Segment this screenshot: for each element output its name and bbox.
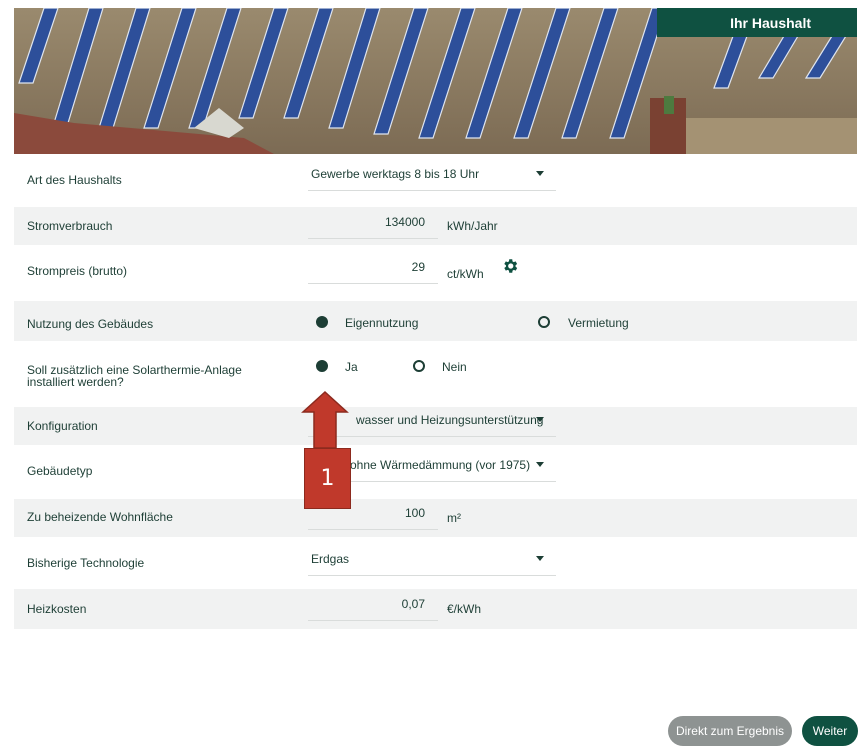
living-area-unit: m² xyxy=(447,511,461,525)
household-type-label: Art des Haushalts xyxy=(27,173,122,187)
consumption-label: Stromverbrauch xyxy=(27,219,113,233)
heating-costs-unit: €/kWh xyxy=(447,602,482,616)
solarthermie-radio-nein[interactable] xyxy=(413,360,425,372)
price-value: 29 xyxy=(411,260,425,274)
price-input[interactable]: 29 xyxy=(308,260,438,284)
row-usage: Nutzung des Gebäudes Eigennutzung Vermie… xyxy=(14,301,857,341)
usage-option-eigennutzung: Eigennutzung xyxy=(345,316,419,330)
solarthermie-option-nein: Nein xyxy=(442,360,467,374)
row-heating-costs: Heizkosten 0,07 €/kWh xyxy=(14,589,857,629)
technology-value: Erdgas xyxy=(311,552,350,566)
row-living-area: Zu beheizende Wohnfläche 100 m² xyxy=(14,499,857,537)
chevron-down-icon xyxy=(536,171,544,176)
living-area-value: 100 xyxy=(404,506,425,520)
chevron-down-icon xyxy=(536,556,544,561)
heating-costs-label: Heizkosten xyxy=(27,602,87,616)
household-tab-label: Ihr Haushalt xyxy=(730,14,811,31)
usage-label: Nutzung des Gebäudes xyxy=(27,317,154,331)
row-household-type: Art des Haushalts Gewerbe werktags 8 bis… xyxy=(14,162,857,200)
household-tab[interactable]: Ihr Haushalt xyxy=(657,8,857,37)
direct-result-button[interactable]: Direkt zum Ergebnis xyxy=(668,716,792,746)
callout-number: 1 xyxy=(320,466,335,491)
solarthermie-radio-ja[interactable] xyxy=(316,360,328,372)
next-button[interactable]: Weiter xyxy=(802,716,858,746)
building-type-value: ohne Wärmedämmung (vor 1975) xyxy=(350,458,531,472)
living-area-label: Zu beheizende Wohnfläche xyxy=(27,510,173,524)
usage-option-vermietung: Vermietung xyxy=(568,316,629,330)
row-configuration: Konfiguration wasser und Heizungsunterst… xyxy=(14,407,857,445)
row-solarthermie: Soll zusätzlich eine Solarthermie-Anlage… xyxy=(14,348,857,400)
solarthermie-label-line2: installiert werden? xyxy=(27,375,124,389)
row-technology: Bisherige Technologie Erdgas xyxy=(14,544,857,582)
consumption-input[interactable]: 134000 xyxy=(308,215,438,239)
consumption-unit: kWh/Jahr xyxy=(447,219,498,233)
household-type-value: Gewerbe werktags 8 bis 18 Uhr xyxy=(311,167,480,181)
heating-costs-value: 0,07 xyxy=(401,597,425,611)
chevron-down-icon xyxy=(536,417,544,422)
technology-label: Bisherige Technologie xyxy=(27,556,145,570)
heating-costs-input[interactable]: 0,07 xyxy=(308,597,438,621)
row-consumption: Stromverbrauch 134000 kWh/Jahr xyxy=(14,207,857,245)
usage-radio-vermietung[interactable] xyxy=(538,316,550,328)
consumption-value: 134000 xyxy=(384,215,425,229)
solarthermie-option-ja: Ja xyxy=(345,360,358,374)
gear-icon[interactable] xyxy=(501,257,519,275)
price-label: Strompreis (brutto) xyxy=(27,264,128,278)
price-unit: ct/kWh xyxy=(447,267,484,281)
household-type-select[interactable]: Gewerbe werktags 8 bis 18 Uhr xyxy=(308,167,556,191)
row-building-type: Gebäudetyp ohne Wärmedämmung (vor 1975) xyxy=(14,452,857,492)
row-price: Strompreis (brutto) 29 ct/kWh xyxy=(14,252,857,292)
usage-radio-eigennutzung[interactable] xyxy=(316,316,328,328)
chevron-down-icon xyxy=(536,462,544,467)
hero-image: Ihr Haushalt xyxy=(14,8,857,154)
configuration-value: wasser und Heizungsunterstützung xyxy=(356,413,544,427)
up-arrow-icon xyxy=(301,390,349,449)
building-type-label: Gebäudetyp xyxy=(27,464,93,478)
callout-badge: 1 xyxy=(304,448,351,509)
configuration-label: Konfiguration xyxy=(27,419,98,433)
living-area-input[interactable]: 100 xyxy=(308,506,438,530)
technology-select[interactable]: Erdgas xyxy=(308,552,556,576)
